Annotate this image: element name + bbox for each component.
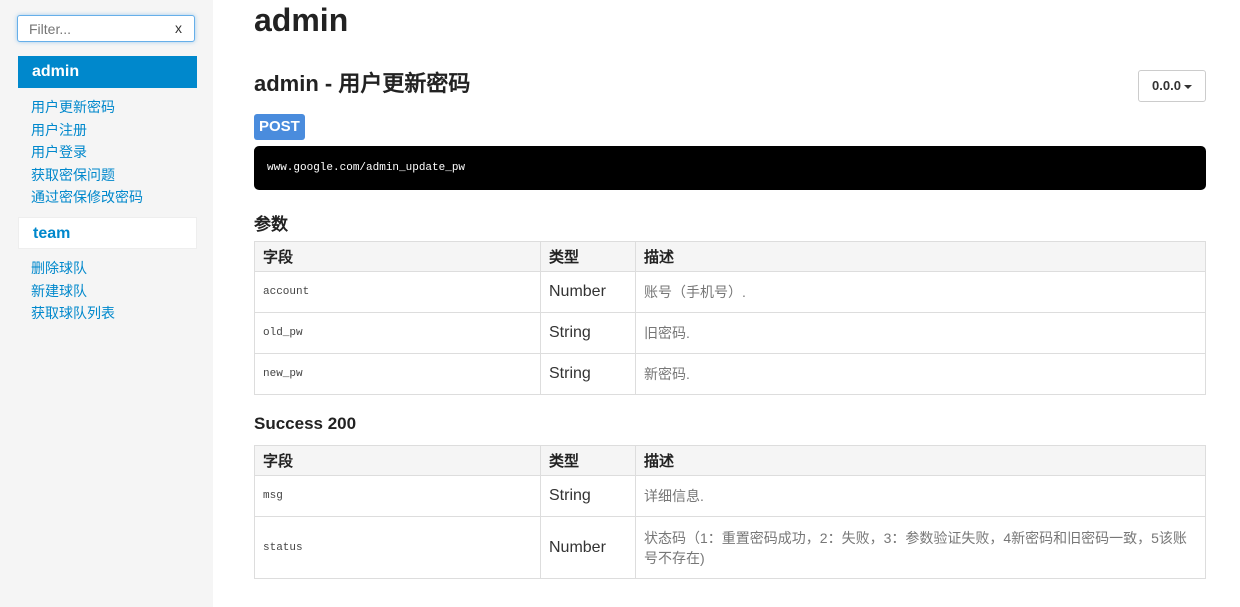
nav-item-login[interactable]: 用户登录 — [31, 141, 143, 164]
nav-list-admin: 用户更新密码 用户注册 用户登录 获取密保问题 通过密保修改密码 — [31, 96, 143, 209]
header-field: 字段 — [254, 241, 541, 272]
param-type: String — [540, 353, 636, 395]
param-type: String — [540, 312, 636, 354]
params-heading: 参数 — [254, 215, 288, 234]
nav-item-create-team[interactable]: 新建球队 — [31, 280, 115, 303]
nav-item-register[interactable]: 用户注册 — [31, 119, 143, 142]
endpoint-url: www.google.com/admin_update_pw — [254, 146, 1206, 190]
nav-group-team[interactable]: team — [18, 217, 197, 249]
success-field: msg — [254, 475, 541, 517]
nav-item-delete-team[interactable]: 删除球队 — [31, 257, 115, 280]
param-description: 新密码. — [635, 353, 1206, 395]
nav-item-security-question[interactable]: 获取密保问题 — [31, 164, 143, 187]
success-heading: Success 200 — [254, 414, 357, 433]
table-header-row: 字段 类型 描述 — [254, 445, 1206, 476]
table-row: msg String 详细信息. — [254, 475, 1206, 517]
endpoint-title: admin - 用户更新密码 — [254, 71, 471, 96]
caret-down-icon — [1183, 84, 1192, 89]
success-table: 字段 类型 描述 msg String 详细信息. status Number … — [254, 445, 1206, 579]
success-field: status — [254, 516, 541, 579]
table-row: new_pw String 新密码. — [254, 353, 1206, 395]
nav-item-team-list[interactable]: 获取球队列表 — [31, 302, 115, 325]
param-description: 旧密码. — [635, 312, 1206, 354]
nav-list-team: 删除球队 新建球队 获取球队列表 — [31, 257, 115, 325]
sidebar: x admin 用户更新密码 用户注册 用户登录 获取密保问题 通过密保修改密码… — [0, 0, 213, 607]
table-row: status Number 状态码（1：重置密码成功，2：失败，3：参数验证失败… — [254, 516, 1206, 579]
header-description: 描述 — [635, 241, 1206, 272]
success-type: String — [540, 475, 636, 517]
success-description: 状态码（1：重置密码成功，2：失败，3：参数验证失败，4新密码和旧密码一致，5该… — [635, 516, 1206, 579]
page-title: admin — [254, 2, 349, 38]
param-field: new_pw — [254, 353, 541, 395]
header-field: 字段 — [254, 445, 541, 476]
header-type: 类型 — [540, 445, 636, 476]
param-description: 账号（手机号）. — [635, 271, 1206, 313]
header-type: 类型 — [540, 241, 636, 272]
header-description: 描述 — [635, 445, 1206, 476]
version-label: 0.0.0 — [1152, 78, 1181, 93]
param-type: Number — [540, 271, 636, 313]
filter-box: x — [17, 15, 195, 42]
method-badge: POST — [254, 114, 305, 140]
nav-group-admin[interactable]: admin — [18, 56, 197, 88]
table-row: old_pw String 旧密码. — [254, 312, 1206, 354]
version-dropdown[interactable]: 0.0.0 — [1138, 70, 1206, 102]
param-field: account — [254, 271, 541, 313]
nav-item-reset-by-security[interactable]: 通过密保修改密码 — [31, 186, 143, 209]
table-header-row: 字段 类型 描述 — [254, 241, 1206, 272]
nav-item-update-password[interactable]: 用户更新密码 — [31, 96, 143, 119]
success-type: Number — [540, 516, 636, 579]
filter-clear-button[interactable]: x — [175, 20, 182, 36]
table-row: account Number 账号（手机号）. — [254, 271, 1206, 313]
filter-input[interactable] — [18, 16, 158, 41]
params-table: 字段 类型 描述 account Number 账号（手机号）. old_pw … — [254, 241, 1206, 395]
success-description: 详细信息. — [635, 475, 1206, 517]
param-field: old_pw — [254, 312, 541, 354]
